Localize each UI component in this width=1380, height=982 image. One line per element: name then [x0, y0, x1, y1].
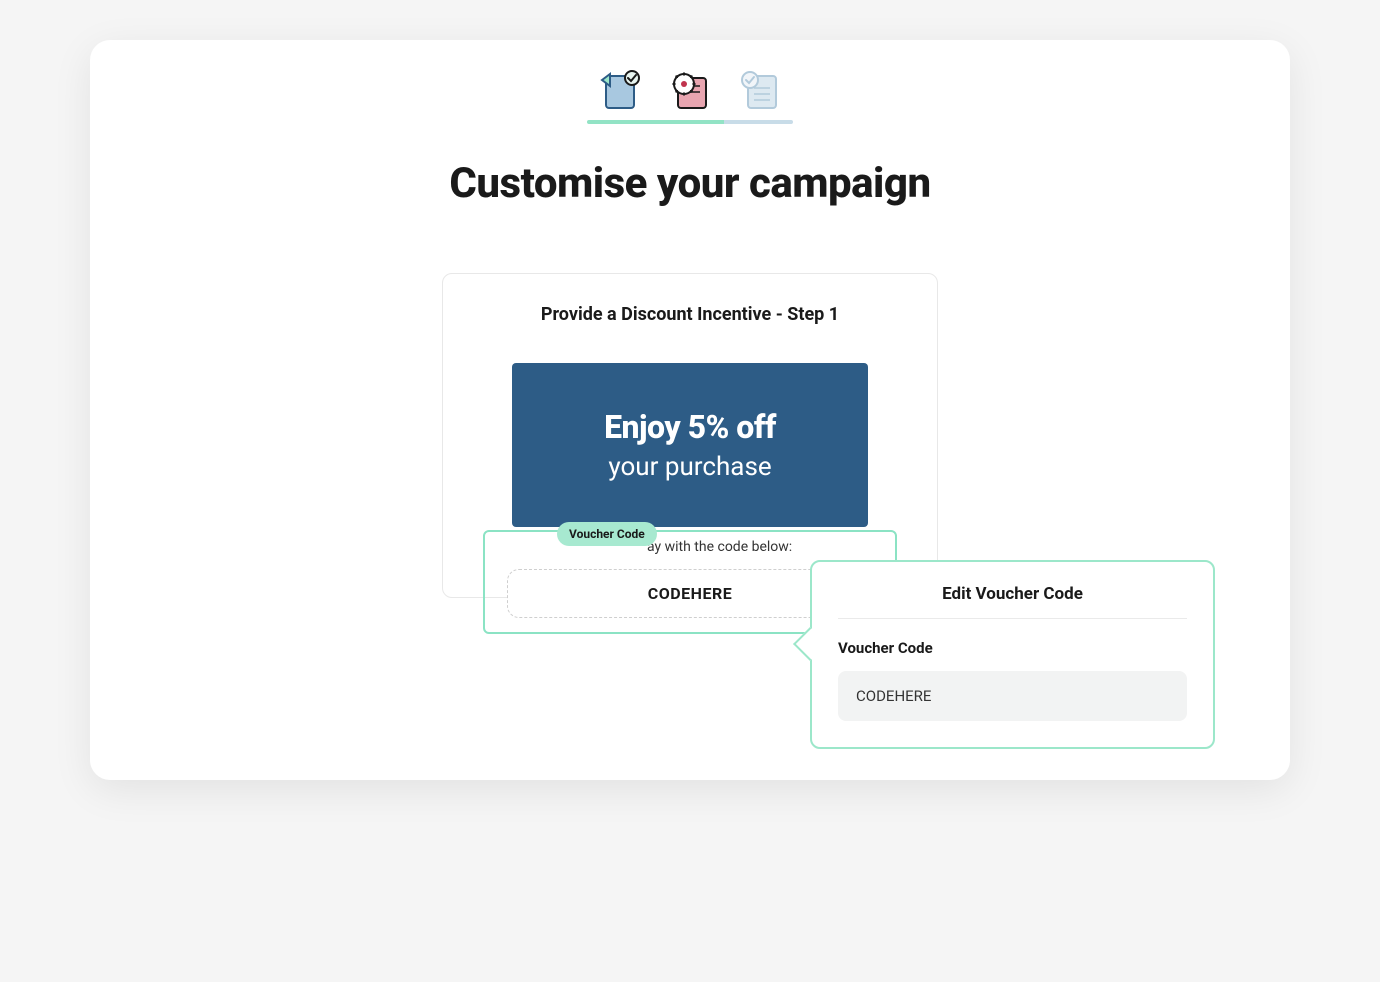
page-title: Customise your campaign: [90, 159, 1290, 208]
step-review-icon[interactable]: [735, 65, 785, 115]
edit-voucher-panel: Edit Voucher Code Voucher Code: [810, 560, 1215, 749]
progress-bar: [587, 120, 793, 124]
voucher-code-label: Voucher Code: [838, 639, 1187, 657]
promo-headline: Enjoy 5% off: [532, 408, 848, 446]
promo-banner[interactable]: Enjoy 5% off your purchase: [512, 363, 868, 527]
discount-card-title: Provide a Discount Incentive - Step 1: [443, 304, 937, 325]
voucher-code-input[interactable]: [838, 671, 1187, 721]
voucher-hint: ay with the code below:: [647, 539, 873, 555]
progress-step-2: [656, 120, 725, 124]
progress-step-1: [587, 120, 656, 124]
edit-panel-title: Edit Voucher Code: [838, 584, 1187, 619]
stepper: [90, 65, 1290, 115]
discount-card: Provide a Discount Incentive - Step 1 En…: [442, 273, 938, 598]
progress-step-3: [724, 120, 793, 124]
step-template-icon[interactable]: [595, 65, 645, 115]
step-settings-icon[interactable]: [665, 65, 715, 115]
promo-subline: your purchase: [532, 452, 848, 482]
main-card: Customise your campaign Provide a Discou…: [90, 40, 1290, 780]
voucher-badge: Voucher Code: [557, 522, 657, 546]
